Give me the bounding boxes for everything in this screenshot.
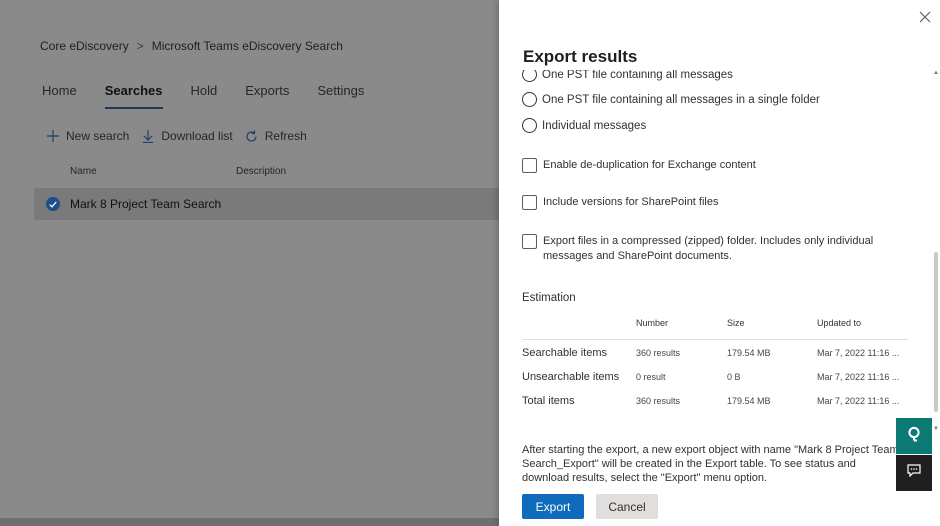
row-label: Unsearchable items <box>522 371 620 383</box>
tab-settings[interactable]: Settings <box>317 83 364 105</box>
breadcrumb-separator: > <box>136 39 144 53</box>
row-number: 360 results <box>636 396 681 406</box>
export-button[interactable]: Export <box>522 494 584 519</box>
radio-button[interactable] <box>522 92 537 107</box>
radio-label: One PST file containing all messages <box>542 70 733 81</box>
radio-option-individual[interactable]: Individual messages <box>522 118 646 133</box>
radio-option-single-folder[interactable]: One PST file containing all messages in … <box>522 92 820 107</box>
plus-icon <box>46 129 60 143</box>
row-updated: Mar 7, 2022 11:16 ... <box>817 396 900 406</box>
table-row[interactable]: Mark 8 Project Team Search <box>34 188 500 220</box>
refresh-icon <box>245 129 259 143</box>
download-list-label: Download list <box>161 129 233 143</box>
export-results-panel: Export results One PST file containing a… <box>499 0 940 526</box>
tab-bar: Home Searches Hold Exports Settings <box>42 83 392 109</box>
row-label: Total items <box>522 395 575 407</box>
cancel-button[interactable]: Cancel <box>596 494 658 519</box>
checkbox-deduplication[interactable]: Enable de-duplication for Exchange conte… <box>522 158 913 173</box>
toolbar: New search Download list Refresh <box>46 129 319 143</box>
checkbox-label: Enable de-duplication for Exchange conte… <box>543 159 756 171</box>
scroll-thumb[interactable] <box>934 252 938 412</box>
checkmark-icon[interactable] <box>46 197 60 211</box>
checkbox-label: Include versions for SharePoint files <box>543 196 719 208</box>
checkbox[interactable] <box>522 158 537 173</box>
estimation-table: Number Size Updated to Searchable items … <box>522 314 908 412</box>
help-button[interactable] <box>896 418 932 454</box>
refresh-button[interactable]: Refresh <box>245 129 307 143</box>
tab-searches[interactable]: Searches <box>104 83 163 109</box>
row-number: 0 result <box>636 372 666 382</box>
checkbox-compressed-folder[interactable]: Export files in a compressed (zipped) fo… <box>522 234 913 264</box>
panel-title: Export results <box>523 47 638 66</box>
row-updated: Mar 7, 2022 11:16 ... <box>817 372 900 382</box>
table-row: Searchable items 360 results 179.54 MB M… <box>522 340 908 364</box>
new-search-label: New search <box>66 129 130 143</box>
table-row: Total items 360 results 179.54 MB Mar 7,… <box>522 388 908 412</box>
estimation-table-header: Number Size Updated to <box>522 314 908 340</box>
row-updated: Mar 7, 2022 11:16 ... <box>817 348 900 358</box>
breadcrumb: Core eDiscovery > Microsoft Teams eDisco… <box>40 39 343 53</box>
radio-label: One PST file containing all messages in … <box>542 93 820 106</box>
checkbox[interactable] <box>522 234 537 249</box>
breadcrumb-root[interactable]: Core eDiscovery <box>40 39 129 53</box>
estimation-heading: Estimation <box>522 292 576 304</box>
row-size: 0 B <box>727 372 741 382</box>
checkbox-sharepoint-versions[interactable]: Include versions for SharePoint files <box>522 195 913 210</box>
feedback-icon <box>907 464 921 482</box>
new-search-button[interactable]: New search <box>46 129 129 143</box>
column-header-name[interactable]: Name <box>70 166 97 177</box>
vertical-scrollbar[interactable]: ▲ ▼ <box>933 70 939 432</box>
table-row: Unsearchable items 0 result 0 B Mar 7, 2… <box>522 364 908 388</box>
row-size: 179.54 MB <box>727 396 771 406</box>
scroll-down-icon[interactable]: ▼ <box>933 426 939 432</box>
search-name: Mark 8 Project Team Search <box>70 197 222 211</box>
tab-hold[interactable]: Hold <box>191 83 218 105</box>
export-info-text: After starting the export, a new export … <box>522 444 899 484</box>
download-list-button[interactable]: Download list <box>141 129 233 143</box>
radio-option-single-pst[interactable]: One PST file containing all messages <box>522 70 733 82</box>
row-label: Searchable items <box>522 347 607 359</box>
refresh-label: Refresh <box>264 129 307 143</box>
close-icon[interactable] <box>918 10 934 26</box>
scroll-up-icon[interactable]: ▲ <box>933 70 939 76</box>
horizontal-scrollbar[interactable] <box>0 518 500 526</box>
column-header-size: Size <box>727 318 745 328</box>
radio-label: Individual messages <box>542 119 647 132</box>
checkbox[interactable] <box>522 195 537 210</box>
breadcrumb-current: Microsoft Teams eDiscovery Search <box>151 39 343 53</box>
column-header-description[interactable]: Description <box>236 166 286 177</box>
checkbox-label: Export files in a compressed (zipped) fo… <box>543 235 874 262</box>
column-header-updated: Updated to <box>817 318 862 328</box>
tab-home[interactable]: Home <box>42 83 77 105</box>
tab-exports[interactable]: Exports <box>245 83 289 105</box>
list-header: Name Description <box>70 166 286 177</box>
radio-button[interactable] <box>522 118 537 133</box>
row-size: 179.54 MB <box>727 348 771 358</box>
column-header-number: Number <box>636 318 669 328</box>
feedback-button[interactable] <box>896 455 932 491</box>
download-icon <box>141 129 155 143</box>
panel-scroll-area: One PST file containing all messages One… <box>499 70 933 432</box>
row-number: 360 results <box>636 348 681 358</box>
radio-button[interactable] <box>522 70 537 82</box>
help-icon <box>907 426 921 447</box>
